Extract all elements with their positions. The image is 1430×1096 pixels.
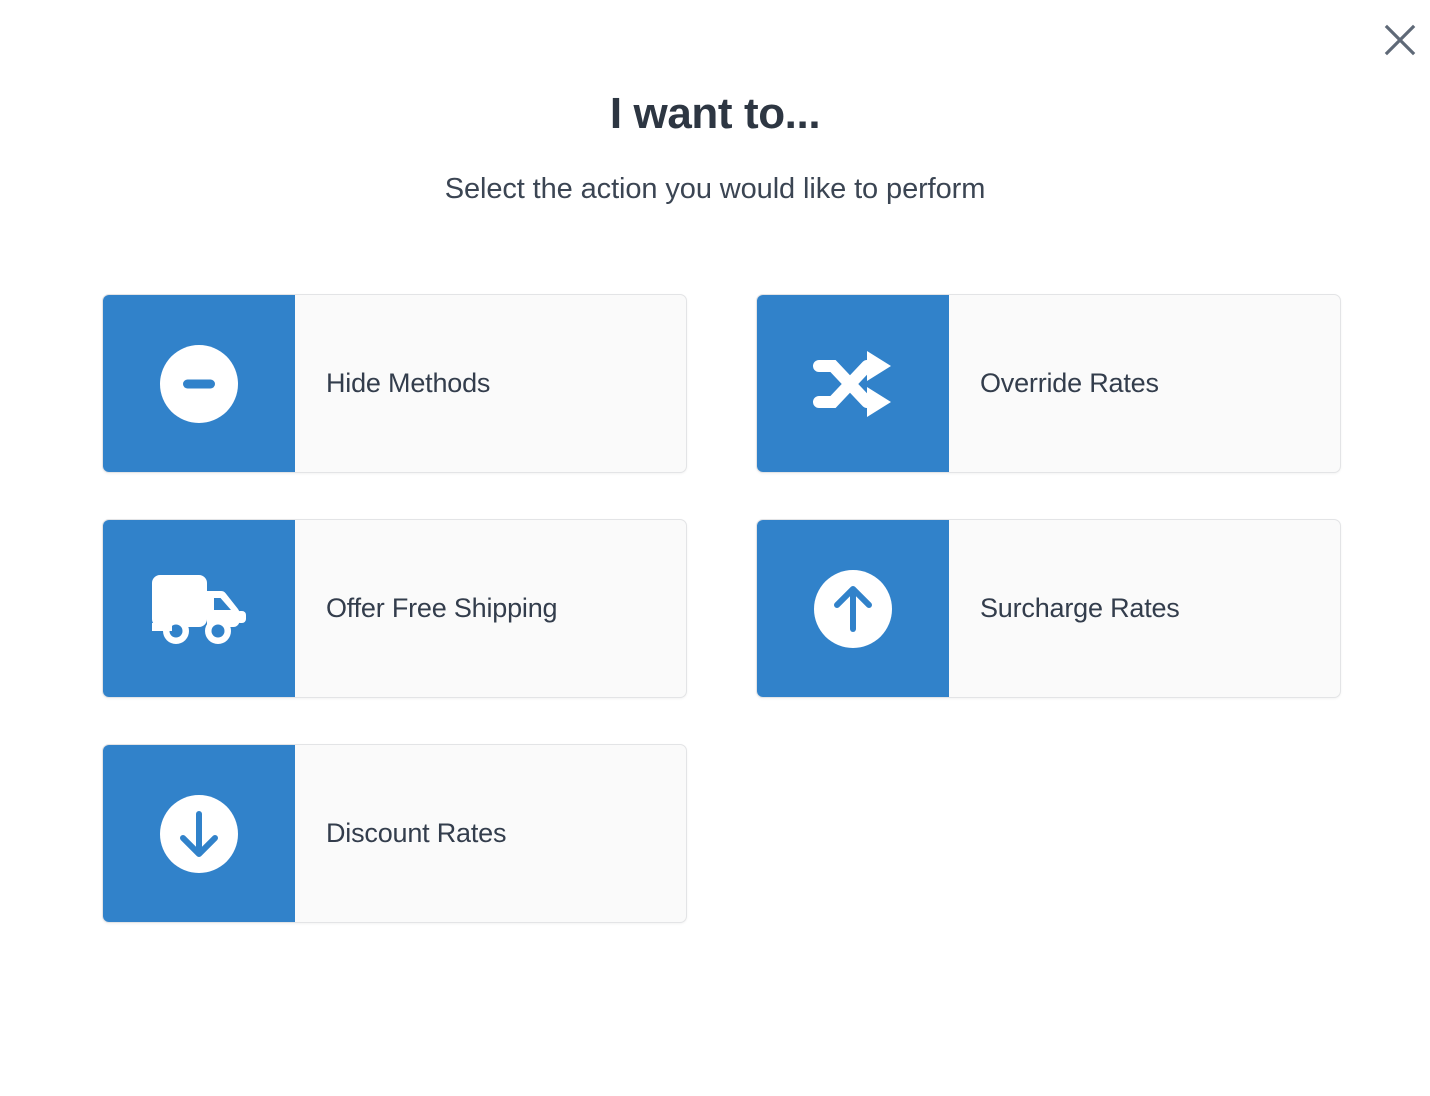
action-card-offer-free-shipping[interactable]: Offer Free Shipping xyxy=(102,519,687,698)
action-card-label: Offer Free Shipping xyxy=(295,520,686,697)
action-card-surcharge-rates[interactable]: Surcharge Rates xyxy=(756,519,1341,698)
action-card-override-rates[interactable]: Override Rates xyxy=(756,294,1341,473)
close-dialog-button[interactable] xyxy=(1376,16,1424,64)
minus-circle-icon xyxy=(103,295,295,472)
grid-empty-cell xyxy=(756,744,1341,923)
dialog-header: I want to... Select the action you would… xyxy=(0,0,1430,206)
close-icon xyxy=(1383,23,1417,57)
arrow-up-circle-icon xyxy=(757,520,949,697)
page-subtitle: Select the action you would like to perf… xyxy=(0,140,1430,206)
shuffle-icon xyxy=(757,295,949,472)
action-card-label: Hide Methods xyxy=(295,295,686,472)
action-card-label: Override Rates xyxy=(949,295,1340,472)
action-card-label: Discount Rates xyxy=(295,745,686,922)
action-card-label: Surcharge Rates xyxy=(949,520,1340,697)
action-card-hide-methods[interactable]: Hide Methods xyxy=(102,294,687,473)
page-title: I want to... xyxy=(0,88,1430,140)
delivery-truck-icon xyxy=(103,520,295,697)
arrow-down-circle-icon xyxy=(103,745,295,922)
action-card-discount-rates[interactable]: Discount Rates xyxy=(102,744,687,923)
action-card-grid: Hide Methods Override Rates xyxy=(102,294,1342,923)
